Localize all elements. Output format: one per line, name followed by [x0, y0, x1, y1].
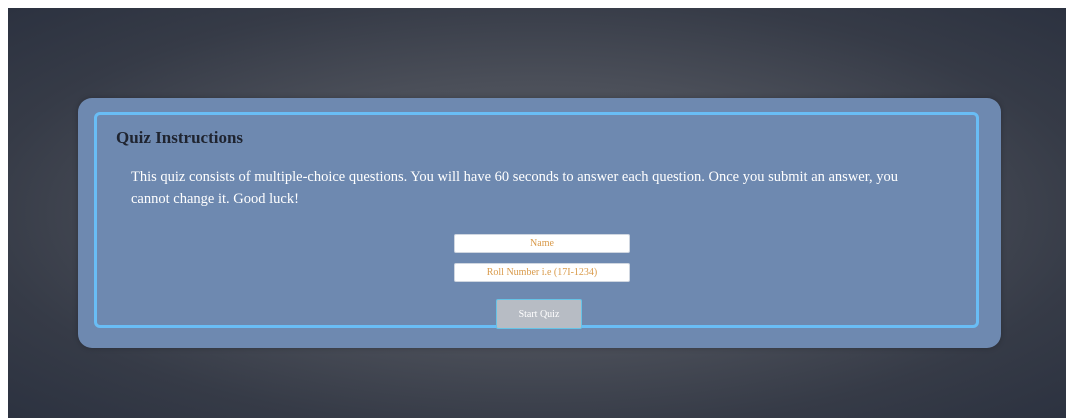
- start-quiz-button[interactable]: Start Quiz: [496, 299, 582, 329]
- name-input[interactable]: [454, 234, 630, 253]
- quiz-card: Quiz Instructions This quiz consists of …: [78, 98, 1001, 348]
- page-background: Quiz Instructions This quiz consists of …: [8, 8, 1066, 418]
- roll-number-input[interactable]: [454, 263, 630, 282]
- quiz-description: This quiz consists of multiple-choice qu…: [131, 169, 898, 207]
- quiz-title: Quiz Instructions: [116, 128, 244, 147]
- quiz-instructions-panel: Quiz Instructions This quiz consists of …: [94, 112, 979, 329]
